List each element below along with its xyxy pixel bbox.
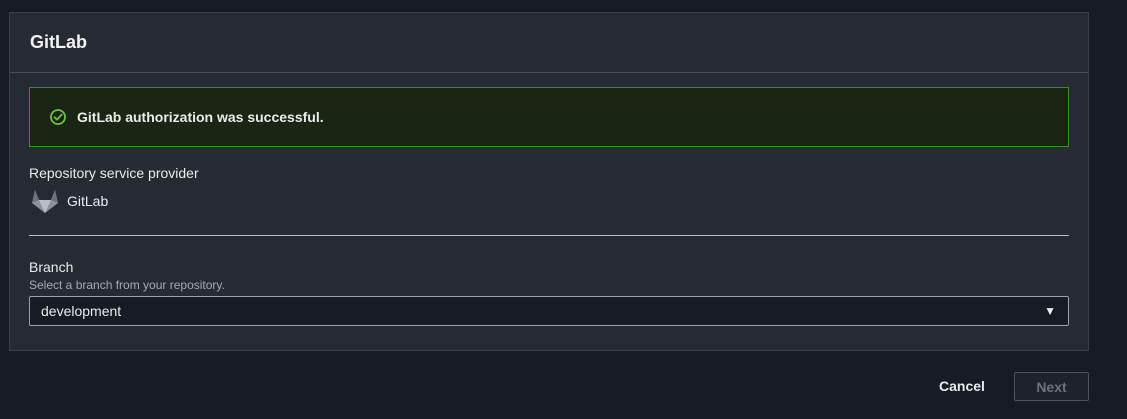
cancel-button[interactable]: Cancel [924, 372, 1000, 400]
gitlab-logo-icon [29, 185, 61, 217]
success-alert: GitLab authorization was successful. [29, 87, 1069, 147]
gitlab-panel: GitLab GitLab authorization was successf… [9, 12, 1089, 351]
caret-down-icon: ▼ [1044, 304, 1056, 318]
provider-name: GitLab [67, 193, 109, 209]
branch-select-value: development [41, 303, 122, 319]
provider-row: GitLab [29, 185, 108, 217]
section-divider [29, 235, 1069, 236]
panel-title: GitLab [30, 32, 87, 52]
alert-message: GitLab authorization was successful. [77, 109, 324, 125]
next-button[interactable]: Next [1014, 372, 1089, 401]
panel-header: GitLab [10, 13, 1088, 73]
branch-description: Select a branch from your repository. [29, 278, 225, 292]
branch-select[interactable]: development ▼ [29, 296, 1069, 326]
branch-label: Branch [29, 259, 74, 275]
provider-label: Repository service provider [29, 165, 199, 181]
check-circle-icon [49, 108, 67, 126]
